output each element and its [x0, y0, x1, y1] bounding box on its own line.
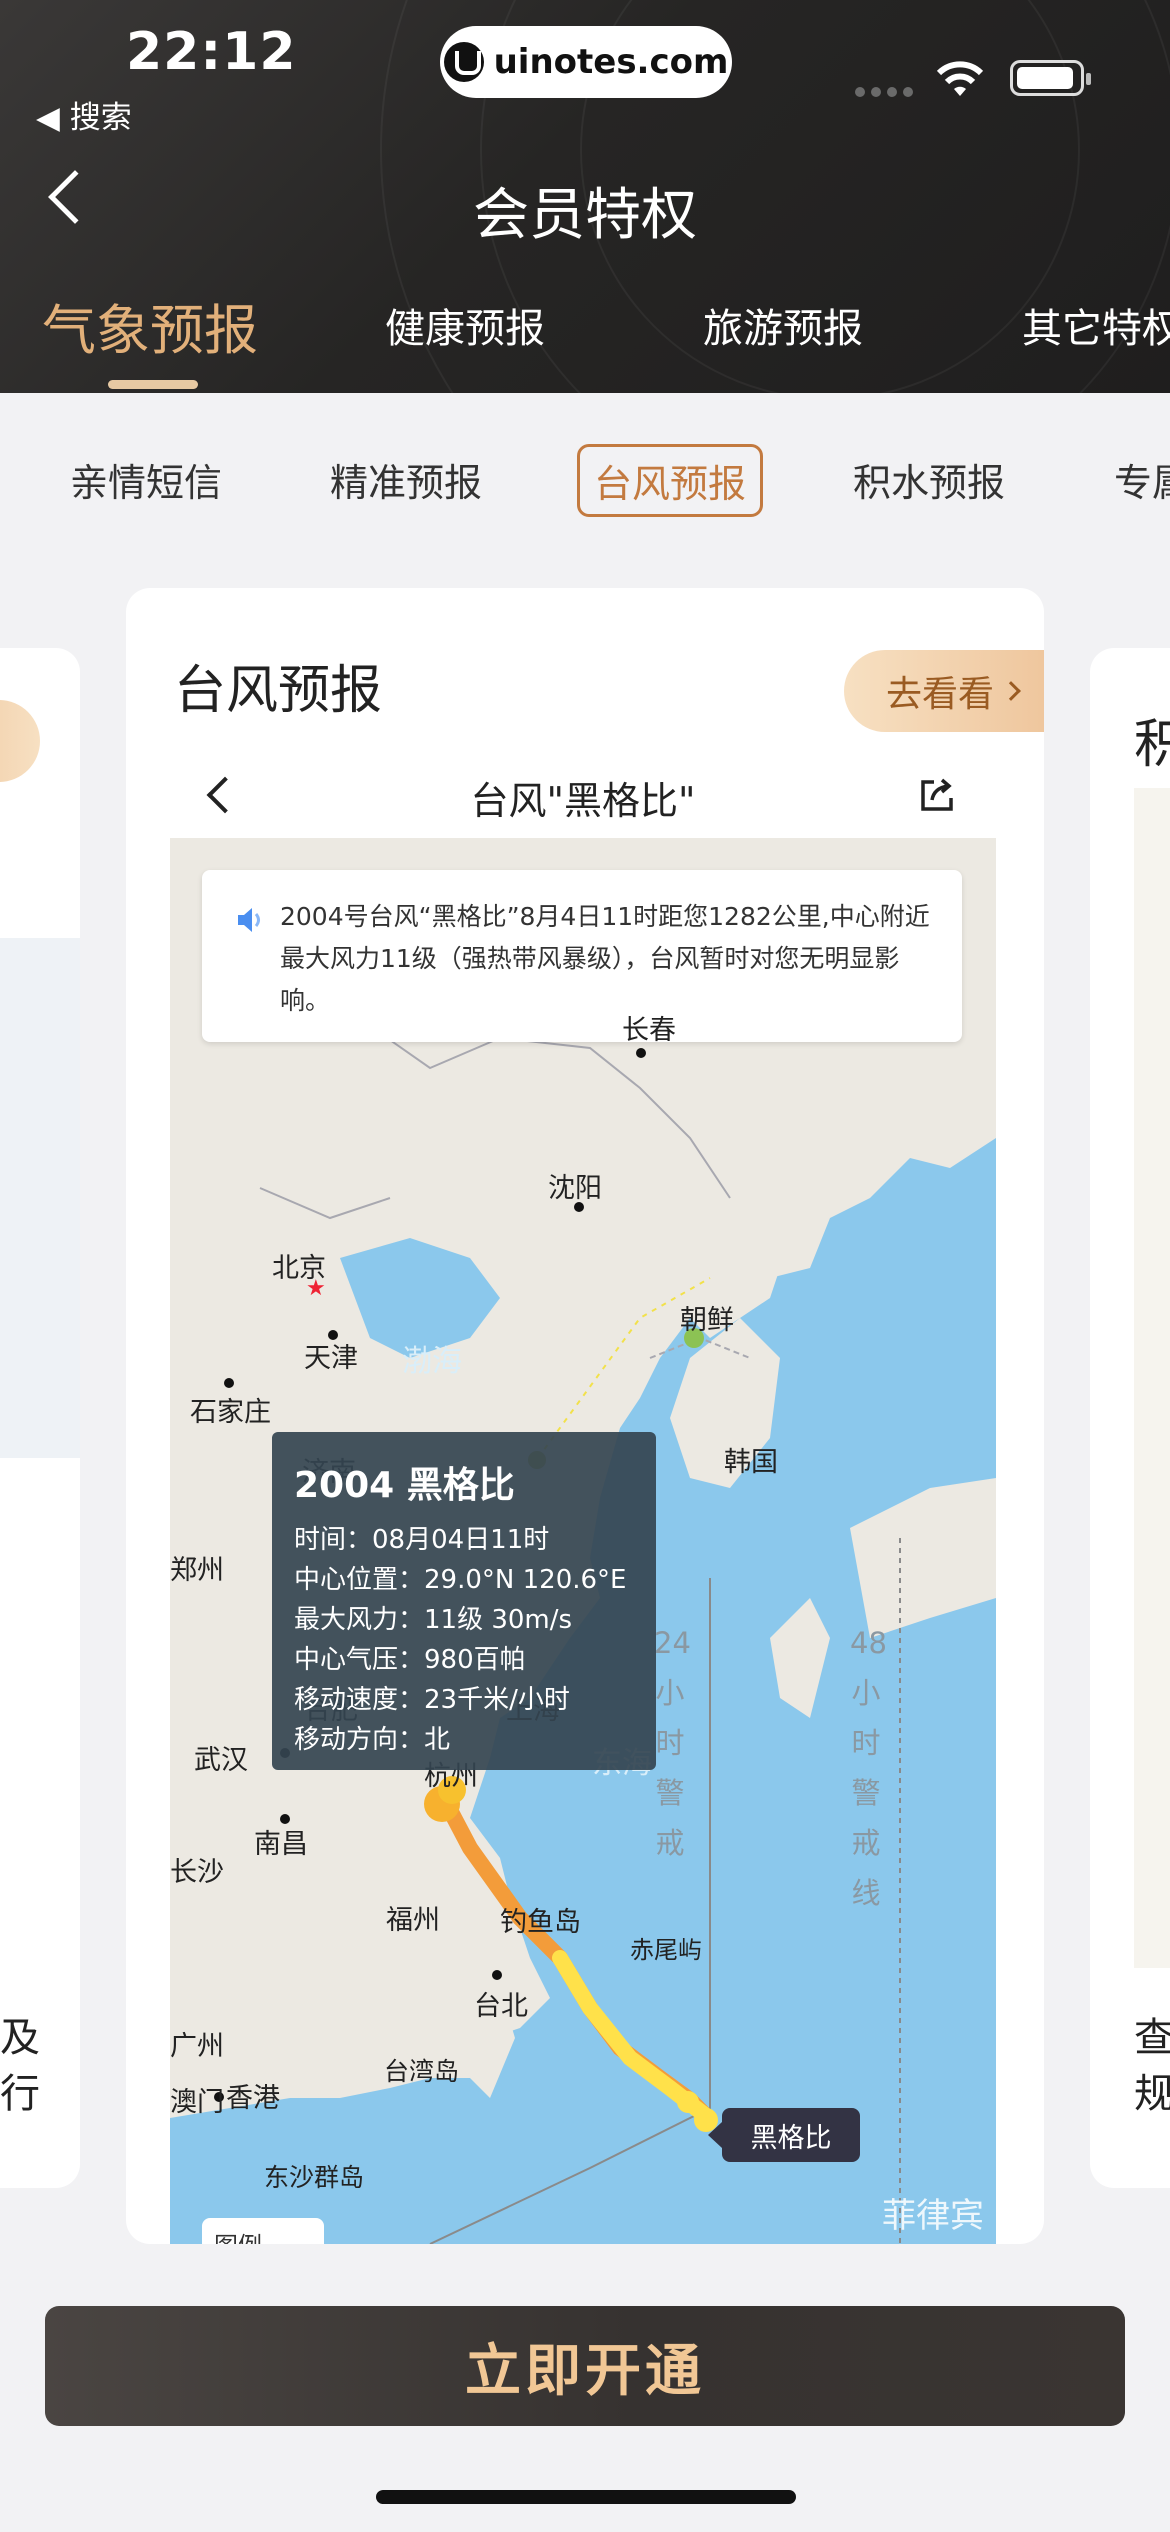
- notice-text: 2004号台风“黑格比”8月4日11时距您1282公里,中心附近最大风力11级（…: [280, 902, 930, 1015]
- city-label: 长春: [622, 1015, 676, 1046]
- home-indicator[interactable]: [376, 2490, 796, 2504]
- chevron-right-icon: [1001, 681, 1021, 701]
- city-label: 菲律宾: [882, 2196, 984, 2236]
- tab-travel-forecast[interactable]: 旅游预报: [703, 296, 863, 354]
- sub-tab-typhoon-forecast[interactable]: 台风预报: [577, 444, 764, 517]
- url-text: uinotes.com: [493, 42, 729, 82]
- info-row: 中心位置：29.0°N 120.6°E: [294, 1565, 627, 1595]
- side-card-left-button[interactable]: 用: [0, 700, 40, 782]
- side-card-right-title: 积: [1134, 715, 1170, 775]
- tab-other-privileges[interactable]: 其它特权: [1022, 296, 1170, 354]
- info-row: 中心气压：980百帕: [294, 1645, 526, 1675]
- sub-tab-exclusive[interactable]: 专属: [1114, 452, 1170, 507]
- city-label: 台北: [474, 1991, 528, 2022]
- info-row: 时间：08月04日11时: [294, 1525, 550, 1555]
- city-label: 韩国: [724, 1447, 778, 1478]
- city-label: 沈阳: [548, 1173, 602, 1204]
- tab-health-forecast[interactable]: 健康预报: [385, 296, 545, 354]
- city-label: 赤尾屿: [630, 1936, 702, 1964]
- city-label: 武汉: [194, 1745, 248, 1776]
- side-card-right[interactable]: 积 查 规: [1090, 648, 1170, 2188]
- typhoon-notice: 2004号台风“黑格比”8月4日11时距您1282公里,中心附近最大风力11级（…: [202, 870, 962, 1042]
- sub-tab-waterlogging-forecast[interactable]: 积水预报: [853, 452, 1005, 507]
- city-label: 天津: [304, 1343, 358, 1374]
- side-card-left-text-line: 及: [0, 2015, 40, 2061]
- back-to-app-link[interactable]: ◀ 搜索: [36, 92, 132, 137]
- cellular-signal-icon: [855, 87, 913, 97]
- site-logo-icon: [443, 42, 484, 82]
- info-title: 2004 黑格比: [294, 1465, 515, 1506]
- activate-now-button[interactable]: 立即开通: [45, 2306, 1125, 2426]
- preview-nav-bar: 台风"黑格比": [170, 748, 996, 840]
- city-label: 澳门: [170, 2087, 224, 2118]
- preview-title: 台风"黑格比": [470, 779, 696, 823]
- city-dot: [636, 1048, 646, 1058]
- tab-weather-forecast[interactable]: 气象预报: [42, 286, 258, 365]
- side-card-left-text-line: 行: [0, 2071, 40, 2117]
- side-card-right-preview: [1134, 788, 1170, 1968]
- city-dot: [492, 1970, 502, 1980]
- city-label: 台湾岛: [384, 2057, 460, 2086]
- side-card-left[interactable]: 用 及 行: [0, 648, 80, 2188]
- sub-tab-family-sms[interactable]: 亲情短信: [70, 452, 222, 507]
- info-row: 移动速度：23千米/小时: [294, 1685, 570, 1715]
- city-label: 长沙: [170, 1857, 224, 1888]
- battery-icon: [1010, 60, 1091, 96]
- info-row: 移动方向：北: [294, 1725, 451, 1755]
- city-label: 广州: [170, 2031, 224, 2062]
- go-see-button[interactable]: 去看看: [844, 650, 1044, 732]
- wifi-icon: [936, 61, 984, 96]
- active-tab-indicator: [108, 380, 198, 389]
- url-pill[interactable]: uinotes.com: [440, 26, 732, 98]
- city-label: 东沙群岛: [264, 2163, 365, 2192]
- warning-line-24h-label: 24小时警戒: [654, 1626, 691, 1860]
- sub-tabs: 亲情短信 精准预报 台风预报 积水预报 专属: [0, 440, 1170, 520]
- main-tabs: 气象预报 健康预报 旅游预报 其它特权: [0, 296, 1170, 366]
- card-title: 台风预报: [174, 661, 383, 721]
- map-legend-button[interactable]: 图例: [202, 2218, 324, 2244]
- header: 22:12 ◀ 搜索 uinotes.com 会员特权 气象预报 健康预报 旅游…: [0, 0, 1170, 393]
- sea-label: 渤海: [402, 1344, 462, 1379]
- city-dot: [574, 1202, 584, 1212]
- city-dot: [224, 1378, 234, 1388]
- page-title: 会员特权: [473, 183, 697, 248]
- side-card-right-text-line: 查: [1134, 2015, 1170, 2061]
- capital-star-icon: ★: [306, 1276, 326, 1301]
- city-label: 钓鱼岛: [500, 1907, 581, 1938]
- activate-now-label: 立即开通: [465, 2338, 705, 2404]
- city-label: 香港: [226, 2083, 280, 2114]
- side-card-left-text: 及 行: [0, 2010, 40, 2122]
- warning-line-48h-label: 48小时警戒线: [850, 1626, 887, 1910]
- city-label: 南昌: [254, 1829, 308, 1860]
- status-time: 22:12: [126, 22, 297, 82]
- typhoon-position-label[interactable]: 黑格比: [708, 2108, 860, 2162]
- side-card-left-preview: [0, 938, 80, 1458]
- share-icon[interactable]: [918, 776, 956, 812]
- side-card-right-text-line: 规: [1134, 2071, 1170, 2117]
- sub-tab-precise-forecast[interactable]: 精准预报: [330, 452, 482, 507]
- speaker-icon: [238, 908, 260, 932]
- typhoon-card: 台风预报 去看看 台风"黑格比" 2004号台风“黑格比”8月4日11时距您12…: [126, 588, 1044, 2244]
- info-row: 最大风力：11级 30m/s: [294, 1605, 573, 1635]
- city-label: 朝鲜: [680, 1305, 734, 1336]
- city-label: 郑州: [170, 1555, 224, 1586]
- city-label: 石家庄: [190, 1397, 271, 1428]
- city-label: 福州: [386, 1905, 440, 1936]
- typhoon-map[interactable]: 2004号台风“黑格比”8月4日11时距您1282公里,中心附近最大风力11级（…: [170, 838, 996, 2244]
- go-see-label: 去看看: [886, 674, 995, 715]
- side-card-right-text: 查 规: [1134, 2010, 1170, 2122]
- typhoon-info-popup: 2004 黑格比 时间：08月04日11时 中心位置：29.0°N 120.6°…: [272, 1432, 656, 1770]
